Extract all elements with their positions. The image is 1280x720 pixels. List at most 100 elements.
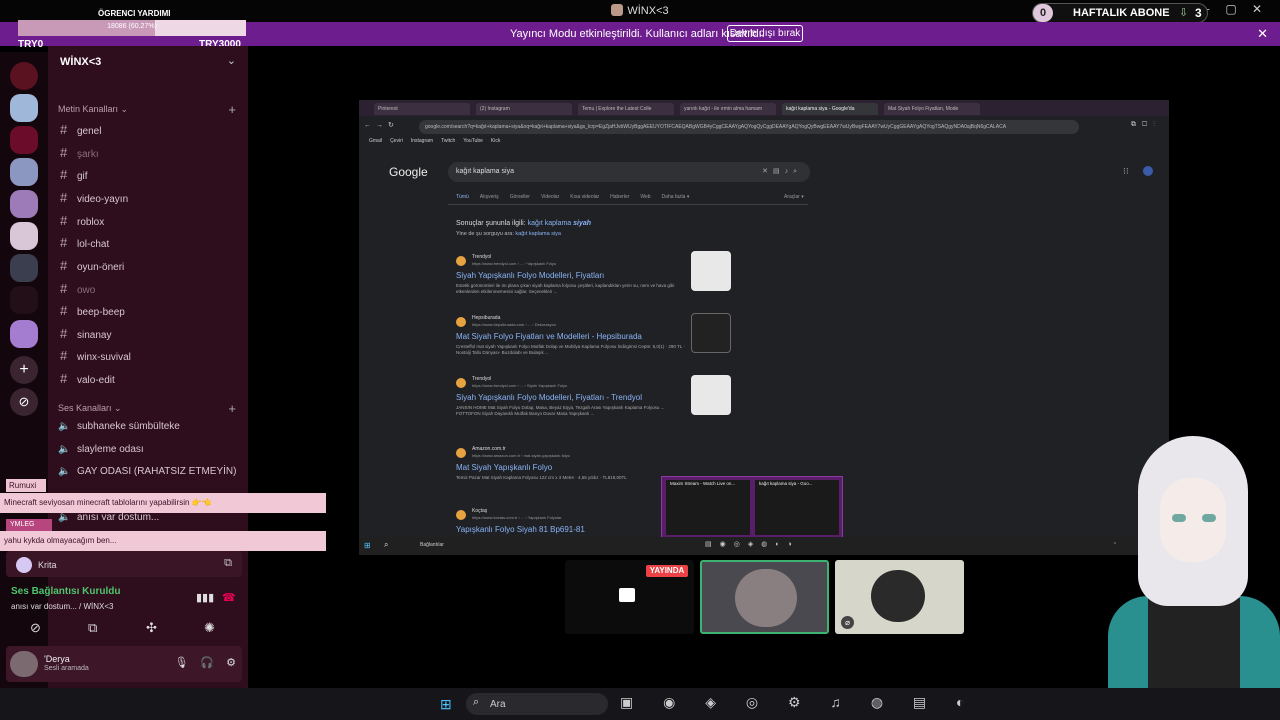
search-tools[interactable]: Araçlar ▾ (784, 194, 804, 200)
voice-channel-subhaneke[interactable]: 🔈 subhaneke sümbülteke (58, 421, 180, 432)
channel-sinanay[interactable]: # sinanay (60, 326, 111, 341)
channel-gif[interactable]: # gif (60, 167, 88, 182)
voice-channel-anisi-var[interactable]: 🔈 anısı var dostum... (58, 512, 159, 523)
result-url[interactable]: https://www.amazon.com.tr › mat-siyah-ya… (472, 453, 570, 458)
switcher-window[interactable]: kağıt kaplama siya - Goo... (755, 480, 839, 535)
channel-winx-suvival[interactable]: # winx-suvival (60, 348, 131, 363)
bookmark[interactable]: Kick (491, 138, 500, 144)
taskbar-app-icons[interactable]: ▣ ◉ ◈ ◎ ⚙ ♫ ◍ ▤ ◐ (620, 694, 978, 711)
screen-share-icon[interactable]: ⧉ (88, 620, 97, 636)
bookmark[interactable]: Instagram (411, 138, 433, 144)
channel-sarki[interactable]: # şarkı (60, 145, 99, 160)
camera-off-icon[interactable]: ⊘ (30, 620, 41, 636)
taskbar-search[interactable]: ⌕ Ara (466, 693, 608, 715)
result-title[interactable]: Mat Siyah Folyo Fiyatları ve Modelleri -… (456, 332, 642, 341)
result-thumbnail[interactable] (691, 313, 731, 353)
search-query[interactable]: kağıt kaplama siya (456, 168, 514, 175)
bookmark[interactable]: Twitch (441, 138, 455, 144)
channel-roblox[interactable]: # roblox (60, 213, 104, 228)
corrected-query-link[interactable]: kağıt kaplama siyah (528, 220, 591, 227)
server-icon[interactable] (10, 126, 38, 154)
activities-icon[interactable]: ✣ (146, 620, 157, 636)
microphone-icon[interactable]: 🎙 (174, 657, 188, 669)
channel-oyun-oneri[interactable]: # oyun-öneri (60, 258, 124, 273)
result-title[interactable]: Siyah Yapışkanlı Folyo Modelleri, Fiyatl… (456, 271, 604, 280)
result-title[interactable]: Mat Siyah Yapışkanlı Folyo (456, 463, 552, 472)
server-icon[interactable] (10, 254, 38, 282)
server-name[interactable]: WİNX<3 (60, 56, 101, 68)
bookmark[interactable]: YouTube (463, 138, 483, 144)
channel-owo[interactable]: # owo (60, 281, 95, 296)
result-thumbnail[interactable] (691, 251, 731, 291)
search-tab[interactable]: Haberler (610, 194, 629, 200)
google-logo[interactable]: Google (389, 165, 428, 179)
notice-close-icon[interactable]: ✕ (1257, 26, 1268, 42)
signal-bars-icon[interactable]: ▮▮▮ (196, 591, 214, 604)
voice-connection-status[interactable]: Ses Bağlantısı Kuruldu (11, 586, 120, 597)
server-icon[interactable] (10, 94, 38, 122)
result-url[interactable]: https://www.trendyol.com › ... › Yapışka… (472, 261, 556, 266)
text-channels-category[interactable]: Metin Kanalları ⌄ (58, 104, 128, 115)
browser-tab[interactable]: Pinterest (374, 103, 470, 115)
browser-tab-active[interactable]: kağıt kaplama siya - Google'da (782, 103, 878, 115)
result-title[interactable]: Yapışkanlı Folyo Siyah 81 Bp691-81 (456, 525, 585, 534)
search-icon[interactable]: ⌕ (384, 540, 388, 550)
screen-share-tile[interactable]: YAYINDA (565, 560, 694, 634)
result-url[interactable]: https://www.koctas.com.tr › ... › Yapışk… (472, 515, 561, 520)
result-url[interactable]: https://www.trendyol.com › ... › Siyah Y… (472, 383, 567, 388)
server-icon[interactable] (10, 190, 38, 218)
disable-streamer-mode-button[interactable]: Devre dışı bırak (727, 25, 803, 42)
apps-grid-icon[interactable]: ⁝⁝ (1123, 166, 1129, 177)
gear-icon[interactable]: ⚙ (226, 657, 236, 669)
search-tools-icons[interactable]: ✕▤♪⌕ (762, 167, 802, 176)
avatar[interactable] (1143, 166, 1153, 176)
close-button[interactable]: ✕ (1244, 2, 1270, 16)
maximize-button[interactable]: ▢ (1218, 2, 1244, 16)
search-tab[interactable]: Web (640, 194, 650, 200)
result-thumbnail[interactable] (691, 375, 731, 415)
browser-nav-icons[interactable]: ←→↻ (364, 121, 399, 129)
search-tab[interactable]: Görseller (510, 194, 530, 200)
channel-genel[interactable]: # genel (60, 122, 101, 137)
channel-video-yayin[interactable]: # video-yayın (60, 190, 128, 205)
chevron-down-icon[interactable]: ⌄ (227, 54, 236, 67)
channel-beep-beep[interactable]: # beep-beep (60, 303, 125, 318)
address-bar[interactable]: google.com/search?q=kağıt+kaplama+siya&o… (419, 120, 1079, 134)
bookmark[interactable]: Çeviri (390, 138, 403, 144)
search-tab[interactable]: Daha fazla ▾ (662, 194, 690, 200)
headphones-icon[interactable]: 🎧 (200, 657, 214, 669)
server-icon[interactable] (10, 158, 38, 186)
windows-start-icon[interactable]: ⊞ (440, 696, 456, 712)
add-server-icon[interactable]: + (10, 356, 38, 384)
voice-connection-channel[interactable]: anısı var dostum... / WİNX<3 (11, 602, 113, 611)
voice-member-row[interactable]: Krita ⧉ (6, 551, 242, 577)
browser-tab[interactable]: Mat Siyah Folyo Fiyatları, Mode (884, 103, 980, 115)
google-search-box[interactable]: kağıt kaplama siya ✕▤♪⌕ (448, 162, 810, 182)
voice-channel-gay-odasi[interactable]: 🔈 GAY ODASI (RAHATSIZ ETMEYİN) (58, 466, 236, 477)
server-icon[interactable] (10, 222, 38, 250)
channel-valo-edit[interactable]: # valo-edit (60, 371, 115, 386)
bookmark[interactable]: Gmail (369, 138, 382, 144)
browser-tab[interactable]: yarınlı kağıt - ile ırmin alma hamam (680, 103, 776, 115)
result-url[interactable]: https://www.hepsiburada.com › ... › Deko… (472, 322, 556, 327)
extension-icons[interactable]: ⧉▢⋮ (1131, 121, 1161, 129)
server-icon[interactable] (10, 286, 38, 314)
browser-tab[interactable]: (2) Instagram (476, 103, 572, 115)
participant-tile[interactable]: ⌀ (835, 560, 964, 634)
search-tab[interactable]: Alışveriş (480, 194, 499, 200)
original-query-link[interactable]: kağıt kaplama siya (515, 231, 561, 237)
avatar[interactable] (10, 651, 38, 677)
switcher-window[interactable]: Maxim Stream - Watch Live on... (666, 480, 750, 535)
server-icon[interactable] (10, 62, 38, 90)
taskbar-app-icons[interactable]: ▤◉◎◈◍◐◑ (705, 540, 800, 548)
search-tab[interactable]: Tümü (456, 194, 469, 200)
add-text-channel-icon[interactable]: + (228, 102, 236, 117)
voice-channels-category[interactable]: Ses Kanalları ⌄ (58, 403, 122, 414)
result-title[interactable]: Siyah Yapışkanlı Folyo Modelleri, Fiyatl… (456, 393, 642, 402)
explore-compass-icon[interactable]: ⊘ (10, 388, 38, 416)
soundboard-icon[interactable]: ✺ (204, 620, 215, 636)
user-name[interactable]: 'Derya (44, 654, 70, 664)
browser-tab[interactable]: Temu | Explore the Latest Colle (578, 103, 674, 115)
server-folder-icon[interactable] (10, 320, 38, 348)
windows-start-icon[interactable]: ⊞ (364, 541, 371, 550)
